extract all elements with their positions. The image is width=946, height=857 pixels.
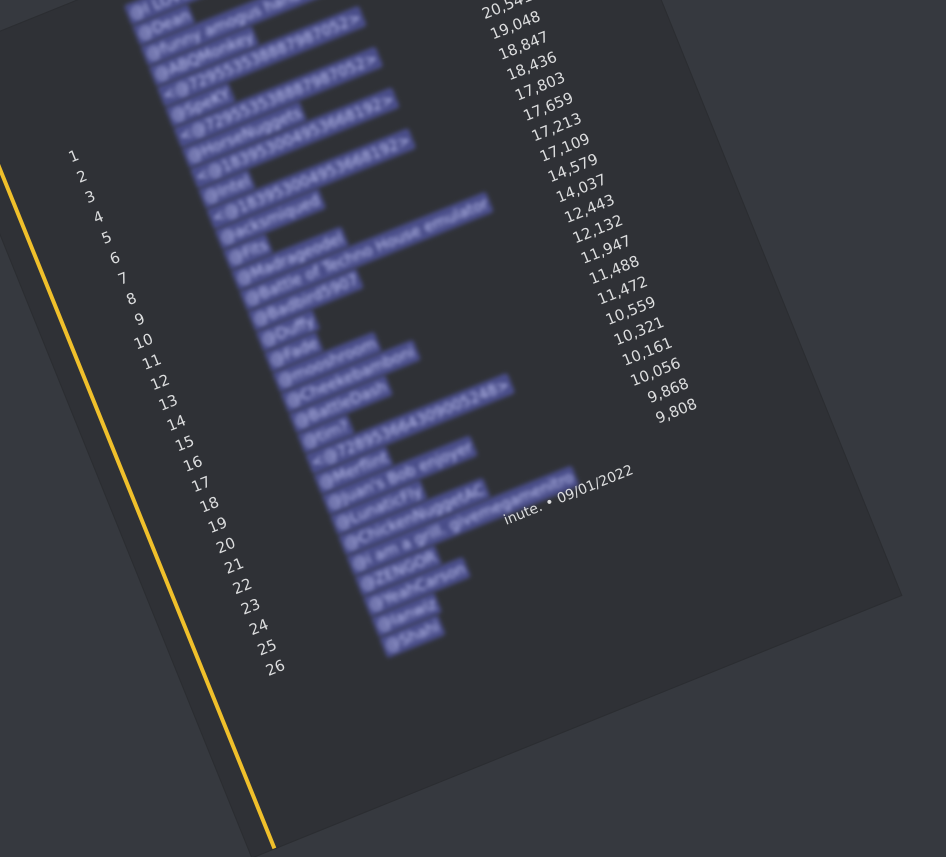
leaderboard-rows: @I LOVE LEAN29,083@Dean28,153@funny amog…: [0, 0, 851, 722]
leaderboard-embed: @I LOVE LEAN29,083@Dean28,153@funny amog…: [0, 0, 902, 857]
rank-number: [3, 42, 33, 54]
